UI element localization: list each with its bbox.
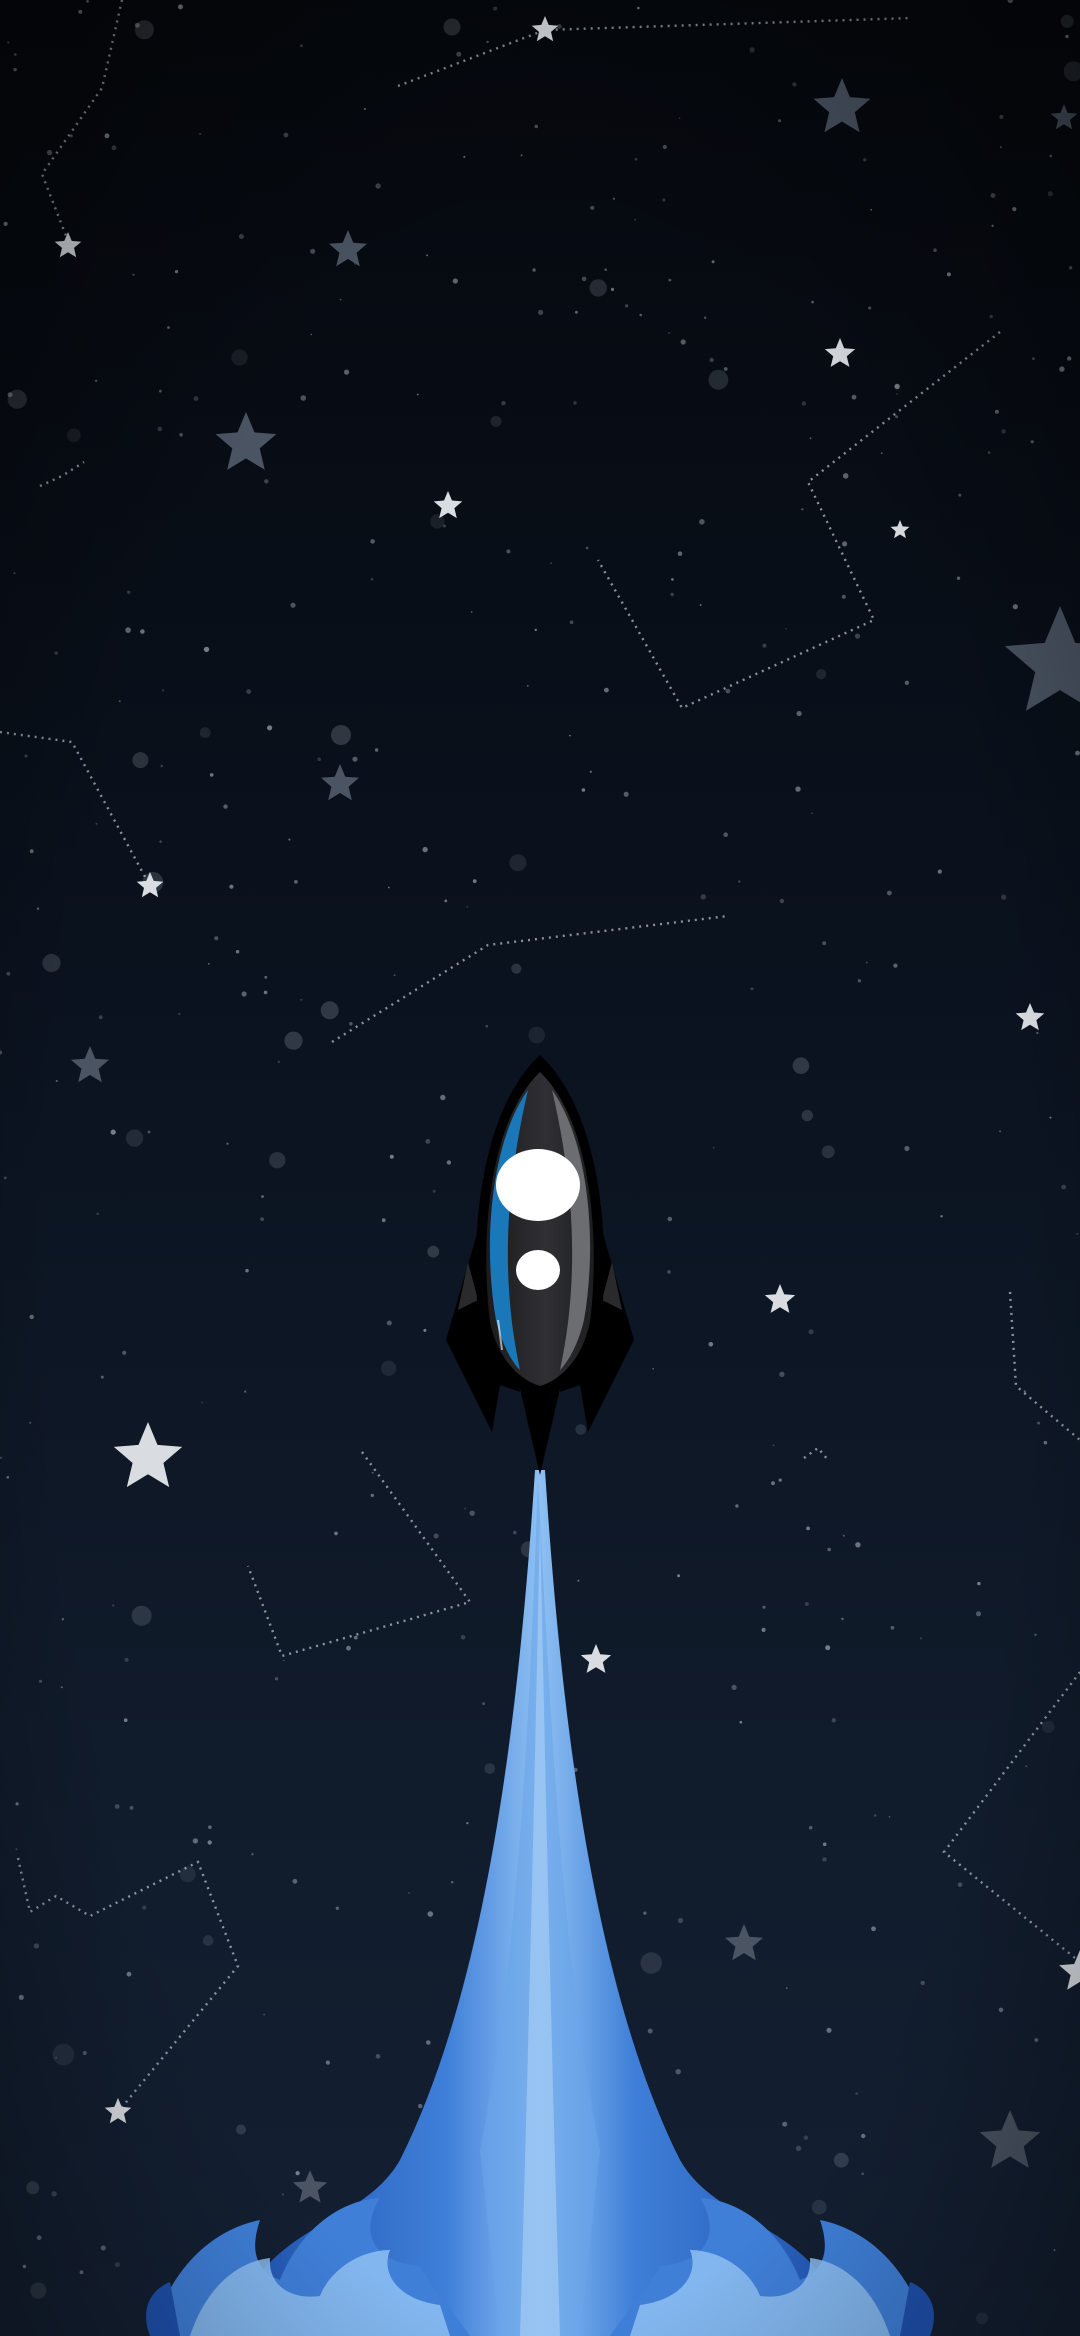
space-illustration bbox=[0, 0, 1080, 2336]
space-wallpaper bbox=[0, 0, 1080, 2336]
